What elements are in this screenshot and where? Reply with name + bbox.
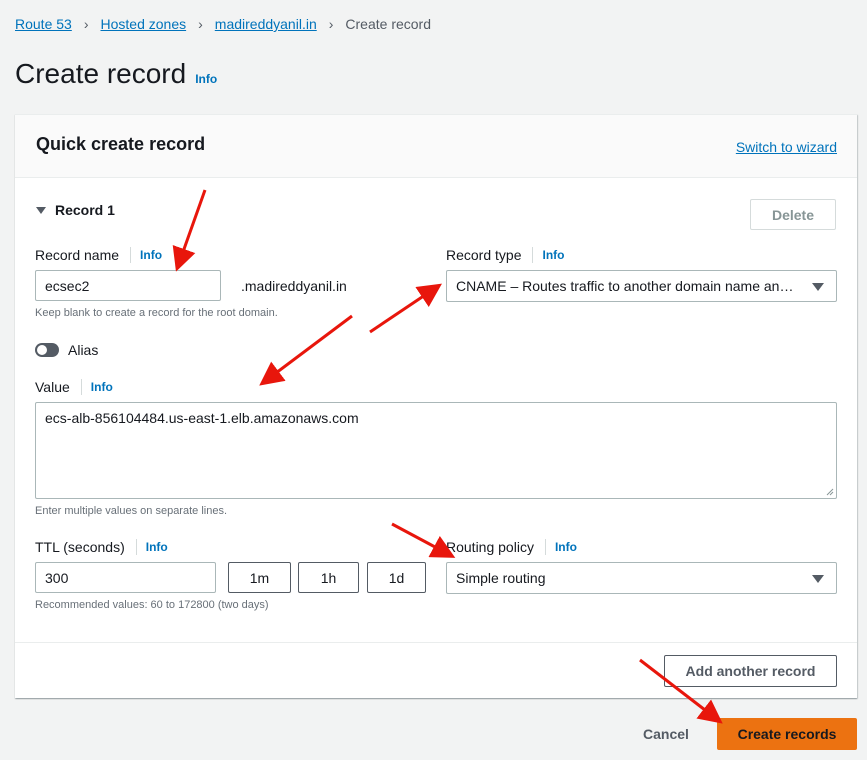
ttl-1m-button[interactable]: 1m [228,562,291,593]
resize-grip-icon[interactable] [826,488,834,496]
switch-to-wizard-link[interactable]: Switch to wizard [736,139,837,155]
card-title: Quick create record [36,134,206,154]
record-name-input[interactable]: ecsec2 [35,270,221,301]
record-type-label: Record type [446,247,522,263]
ttl-info-link[interactable]: Info [146,540,168,554]
caret-down-icon [36,206,46,214]
label-divider [80,379,82,395]
breadcrumb: Route 53 › Hosted zones › madireddyanil.… [15,16,431,32]
value-label-row: Value Info [35,379,113,395]
alias-label: Alias [68,342,99,358]
routing-policy-label-row: Routing policy Info [446,539,577,555]
record-type-value: CNAME – Routes traffic to another domain… [456,278,796,294]
ttl-1h-button[interactable]: 1h [298,562,359,593]
label-divider [544,539,546,555]
record-type-select[interactable]: CNAME – Routes traffic to another domain… [446,270,837,302]
value-text: ecs-alb-856104484.us-east-1.elb.amazonaw… [45,410,359,426]
domain-suffix: .madireddyanil.in [241,278,347,294]
record-name-info-link[interactable]: Info [140,248,162,262]
value-info-link[interactable]: Info [91,380,113,394]
chevron-right-icon: › [198,16,203,32]
record-type-info-link[interactable]: Info [542,248,564,262]
ttl-1d-button[interactable]: 1d [367,562,426,593]
breadcrumb-zone[interactable]: madireddyanil.in [215,16,317,32]
value-label: Value [35,379,70,395]
routing-policy-value: Simple routing [456,570,546,586]
breadcrumb-route53[interactable]: Route 53 [15,16,72,32]
record-type-label-row: Record type Info [446,247,564,263]
breadcrumb-current: Create record [345,16,431,32]
create-records-button[interactable]: Create records [717,718,857,750]
delete-button[interactable]: Delete [750,199,836,230]
ttl-label-row: TTL (seconds) Info [35,539,168,555]
card-footer-divider [15,642,857,643]
quick-create-card: Quick create record Switch to wizard Rec… [15,114,857,698]
caret-down-icon [812,575,824,583]
card-header: Quick create record Switch to wizard [15,115,857,178]
value-textarea[interactable]: ecs-alb-856104484.us-east-1.elb.amazonaw… [35,402,837,499]
chevron-right-icon: › [328,16,334,32]
record-1-expander[interactable]: Record 1 [36,202,115,218]
routing-policy-select[interactable]: Simple routing [446,562,837,594]
ttl-hint: Recommended values: 60 to 172800 (two da… [35,599,269,611]
breadcrumb-hosted-zones[interactable]: Hosted zones [101,16,187,32]
value-hint: Enter multiple values on separate lines. [35,505,227,517]
label-divider [135,539,137,555]
ttl-label: TTL (seconds) [35,539,125,555]
routing-policy-label: Routing policy [446,539,534,555]
alias-toggle[interactable]: Alias [35,342,98,358]
routing-policy-info-link[interactable]: Info [555,540,577,554]
record-name-hint: Keep blank to create a record for the ro… [35,307,278,319]
page-header: Create record Info [15,58,217,90]
label-divider [130,247,132,263]
record-1-label: Record 1 [55,202,115,218]
caret-down-icon [812,283,824,291]
toggle-knob [37,345,47,355]
toggle-switch [35,343,59,357]
cancel-button[interactable]: Cancel [643,726,689,742]
page-title: Create record [15,58,187,89]
record-name-label-row: Record name Info [35,247,162,263]
record-name-label: Record name [35,247,120,263]
chevron-right-icon: › [83,16,89,32]
add-another-record-button[interactable]: Add another record [664,655,837,687]
label-divider [532,247,534,263]
page-info-link[interactable]: Info [195,72,217,86]
ttl-input[interactable]: 300 [35,562,216,593]
